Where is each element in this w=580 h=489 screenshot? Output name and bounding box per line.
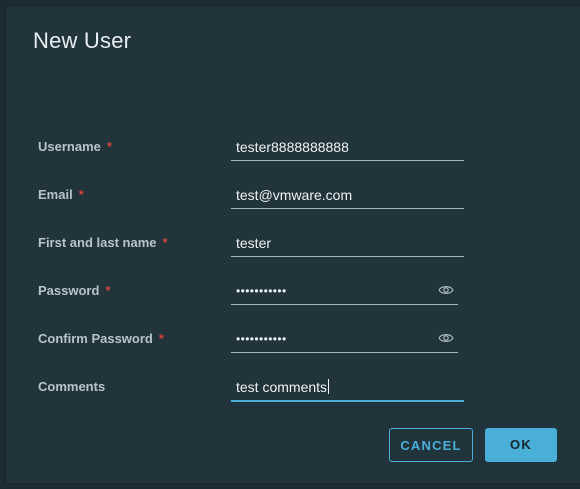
confirm-password-value: •••••••••••: [236, 332, 287, 346]
username-label: Username *: [38, 139, 112, 154]
email-input[interactable]: test@vmware.com: [231, 182, 464, 209]
eye-icon[interactable]: [438, 332, 454, 344]
full-name-input[interactable]: tester: [231, 230, 464, 257]
email-row: Email * test@vmware.com: [38, 187, 468, 215]
required-marker: *: [105, 283, 111, 298]
full-name-label: First and last name *: [38, 235, 168, 250]
username-row: Username * tester8888888888: [38, 139, 468, 167]
required-marker: *: [162, 235, 168, 250]
password-input[interactable]: •••••••••••: [231, 278, 458, 305]
username-input[interactable]: tester8888888888: [231, 134, 464, 161]
new-user-dialog: New User Username * tester8888888888 Emai…: [6, 6, 580, 483]
username-value: tester8888888888: [236, 139, 349, 155]
text-caret: [328, 379, 330, 394]
password-value: •••••••••••: [236, 284, 287, 298]
required-marker: *: [106, 139, 112, 154]
confirm-password-label: Confirm Password *: [38, 331, 164, 346]
confirm-password-row: Confirm Password * •••••••••••: [38, 331, 468, 359]
comments-label: Comments: [38, 379, 106, 394]
dialog-title: New User: [33, 28, 132, 53]
cancel-button[interactable]: CANCEL: [389, 428, 473, 462]
password-label: Password *: [38, 283, 111, 298]
required-marker: *: [158, 331, 164, 346]
full-name-value: tester: [236, 235, 272, 251]
comments-row: Comments test comments: [38, 379, 468, 407]
eye-icon[interactable]: [438, 284, 454, 296]
full-name-row: First and last name * tester: [38, 235, 468, 263]
ok-button[interactable]: OK: [485, 428, 557, 462]
confirm-password-input[interactable]: •••••••••••: [231, 326, 458, 353]
password-row: Password * •••••••••••: [38, 283, 468, 311]
comments-value: test comments: [236, 379, 328, 395]
comments-value-wrap: test comments: [236, 379, 330, 395]
comments-input[interactable]: test comments: [231, 374, 464, 402]
required-marker: *: [78, 187, 84, 202]
email-label: Email *: [38, 187, 84, 202]
email-value: test@vmware.com: [236, 187, 353, 203]
